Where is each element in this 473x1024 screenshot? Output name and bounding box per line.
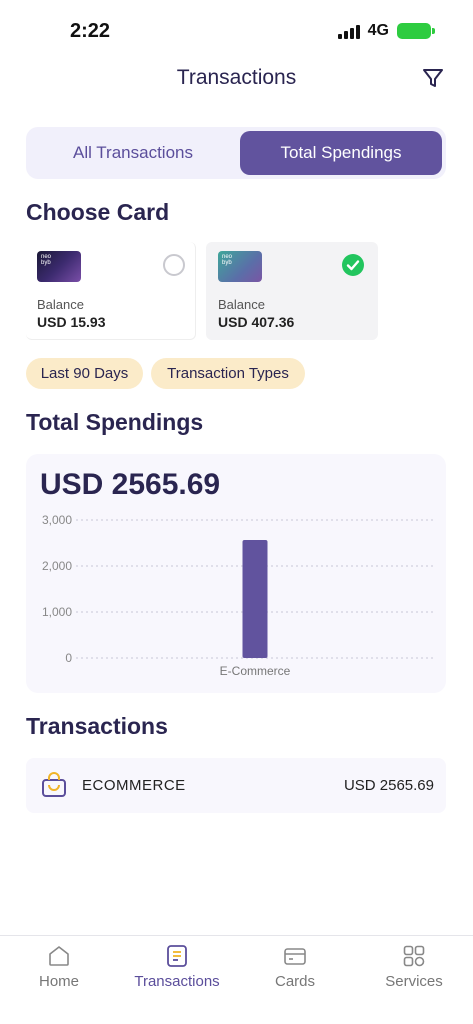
nav-cards-label: Cards: [274, 973, 315, 990]
nav-transactions-label: Transactions: [134, 973, 220, 990]
chart-bar[interactable]: [242, 539, 268, 658]
card-thumbnail: neo byb: [37, 251, 81, 282]
transactions-view-switch: All Transactions Total Spendings: [26, 127, 446, 179]
check-icon[interactable]: [342, 254, 364, 276]
filter-icon: [423, 69, 443, 87]
card-balance-value: USD 15.93: [37, 314, 106, 330]
filter-chip-transaction-types[interactable]: Transaction Types: [151, 358, 305, 389]
tab-all-transactions[interactable]: All Transactions: [30, 131, 236, 175]
card-logo: neo byb: [222, 254, 233, 266]
transaction-amount: USD 2565.69: [343, 777, 434, 794]
nav-home[interactable]: Home: [0, 936, 118, 1024]
nav-services[interactable]: Services: [355, 936, 473, 1024]
total-spendings-title: Total Spendings: [26, 409, 204, 435]
transaction-name: ECOMMERCE: [82, 777, 186, 794]
network-type: 4G: [367, 22, 389, 39]
card-balance-label: Balance: [218, 297, 265, 312]
nav-home-label: Home: [38, 973, 79, 990]
y-tick-label: 2,000: [42, 559, 72, 573]
choose-card-title: Choose Card: [26, 199, 170, 225]
header: Transactions: [0, 60, 473, 100]
nav-cards[interactable]: Cards: [236, 936, 354, 1024]
y-tick-label: 3,000: [42, 513, 72, 527]
status-indicators: 4G: [337, 22, 435, 40]
card-option-1[interactable]: neo byb Balance USD 15.93: [26, 242, 196, 340]
card-thumbnail: neo byb: [218, 251, 262, 282]
y-tick-label: 1,000: [42, 605, 72, 619]
transactions-title: Transactions: [26, 713, 168, 739]
y-tick-label: 0: [65, 651, 72, 665]
home-icon: [49, 946, 69, 966]
spendings-bar-chart: 0 1,000 2,000 3,000 E-Commerce: [42, 513, 434, 678]
transaction-row[interactable]: ECOMMERCE USD 2565.69: [26, 758, 446, 813]
signal-icon: [337, 23, 360, 39]
filter-chip-period[interactable]: Last 90 Days: [26, 358, 143, 389]
nav-services-label: Services: [385, 973, 443, 990]
filter-button[interactable]: [421, 66, 445, 90]
bottom-nav: Home Transactions Cards Services: [0, 935, 473, 1024]
card-balance-value: USD 407.36: [218, 314, 295, 330]
status-bar: 2:22 4G: [0, 0, 473, 60]
x-tick-label: E-Commerce: [220, 664, 291, 678]
battery-icon: [397, 23, 435, 39]
receipt-icon: [167, 945, 187, 967]
page-title: Transactions: [176, 66, 297, 89]
grid-icon: [403, 945, 425, 967]
status-time: 2:22: [70, 20, 111, 42]
nav-transactions[interactable]: Transactions: [118, 936, 236, 1024]
card-balance-label: Balance: [37, 297, 84, 312]
shopping-bag-icon: [42, 772, 66, 797]
spendings-panel: USD 2565.69 0 1,000 2,000 3,000 E-Commerce: [26, 454, 446, 693]
card-option-2[interactable]: neo byb Balance USD 407.36: [206, 242, 378, 340]
card-icon: [284, 948, 306, 965]
tab-total-spendings[interactable]: Total Spendings: [240, 131, 442, 175]
card-logo: neo byb: [41, 254, 52, 266]
card-radio-unselected[interactable]: [163, 254, 185, 276]
